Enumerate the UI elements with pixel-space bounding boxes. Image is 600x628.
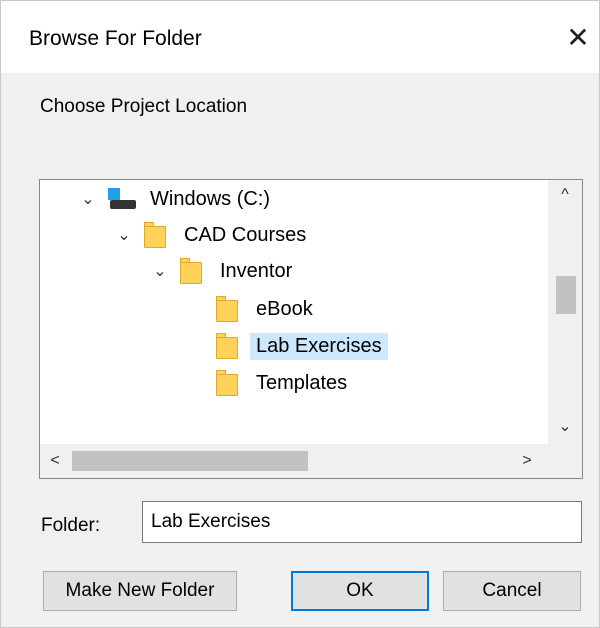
folder-icon (144, 222, 168, 248)
folder-tree[interactable]: ⌄ Windows (C:) ⌄ CAD Courses ⌄ Inventor … (39, 179, 583, 479)
tree-node-lab-exercises[interactable]: Lab Exercises (186, 329, 388, 363)
tree-node-label: Inventor (220, 259, 293, 282)
expand-chevron-icon[interactable]: ⌄ (150, 261, 170, 281)
vertical-scrollbar[interactable]: ^ ⌄ (548, 180, 582, 444)
scroll-down-icon[interactable]: ⌄ (548, 412, 582, 442)
close-icon[interactable]: ✕ (561, 21, 595, 55)
folder-icon (216, 296, 240, 322)
scroll-up-icon[interactable]: ^ (548, 180, 582, 210)
drive-icon (108, 188, 136, 210)
folder-icon (216, 333, 240, 359)
tree-node-windows-c[interactable]: ⌄ Windows (C:) (78, 182, 276, 216)
folder-icon (216, 370, 240, 396)
resize-grip-icon[interactable] (587, 615, 597, 625)
folder-input[interactable] (142, 501, 582, 543)
tree-node-cad-courses[interactable]: ⌄ CAD Courses (114, 218, 312, 252)
browse-for-folder-dialog: Browse For Folder ✕ Choose Project Locat… (0, 0, 600, 628)
scrollbar-corner (548, 444, 582, 478)
tree-node-label: eBook (256, 297, 313, 320)
tree-node-templates[interactable]: Templates (186, 366, 353, 400)
expand-chevron-icon[interactable]: ⌄ (114, 225, 134, 245)
prompt-text: Choose Project Location (40, 96, 248, 117)
tree-node-label: Templates (256, 371, 348, 394)
title-bar: Browse For Folder ✕ (1, 1, 599, 73)
folder-field-label: Folder: (41, 515, 101, 536)
ok-button[interactable]: OK (291, 571, 429, 611)
vertical-scroll-thumb[interactable] (556, 276, 576, 314)
tree-node-ebook[interactable]: eBook (186, 292, 319, 326)
tree-node-label: Lab Exercises (250, 332, 388, 360)
dialog-title: Browse For Folder (29, 27, 202, 50)
expand-chevron-icon[interactable]: ⌄ (78, 189, 98, 209)
make-new-folder-button[interactable]: Make New Folder (43, 571, 237, 611)
horizontal-scroll-thumb[interactable] (72, 451, 308, 471)
tree-node-inventor[interactable]: ⌄ Inventor (150, 254, 298, 288)
cancel-button[interactable]: Cancel (443, 571, 581, 611)
scroll-left-icon[interactable]: < (40, 444, 70, 478)
scroll-right-icon[interactable]: > (512, 444, 542, 478)
tree-node-label: Windows (C:) (150, 187, 271, 210)
tree-node-label: CAD Courses (184, 223, 307, 246)
folder-icon (180, 258, 204, 284)
horizontal-scrollbar[interactable]: < > (40, 444, 550, 478)
